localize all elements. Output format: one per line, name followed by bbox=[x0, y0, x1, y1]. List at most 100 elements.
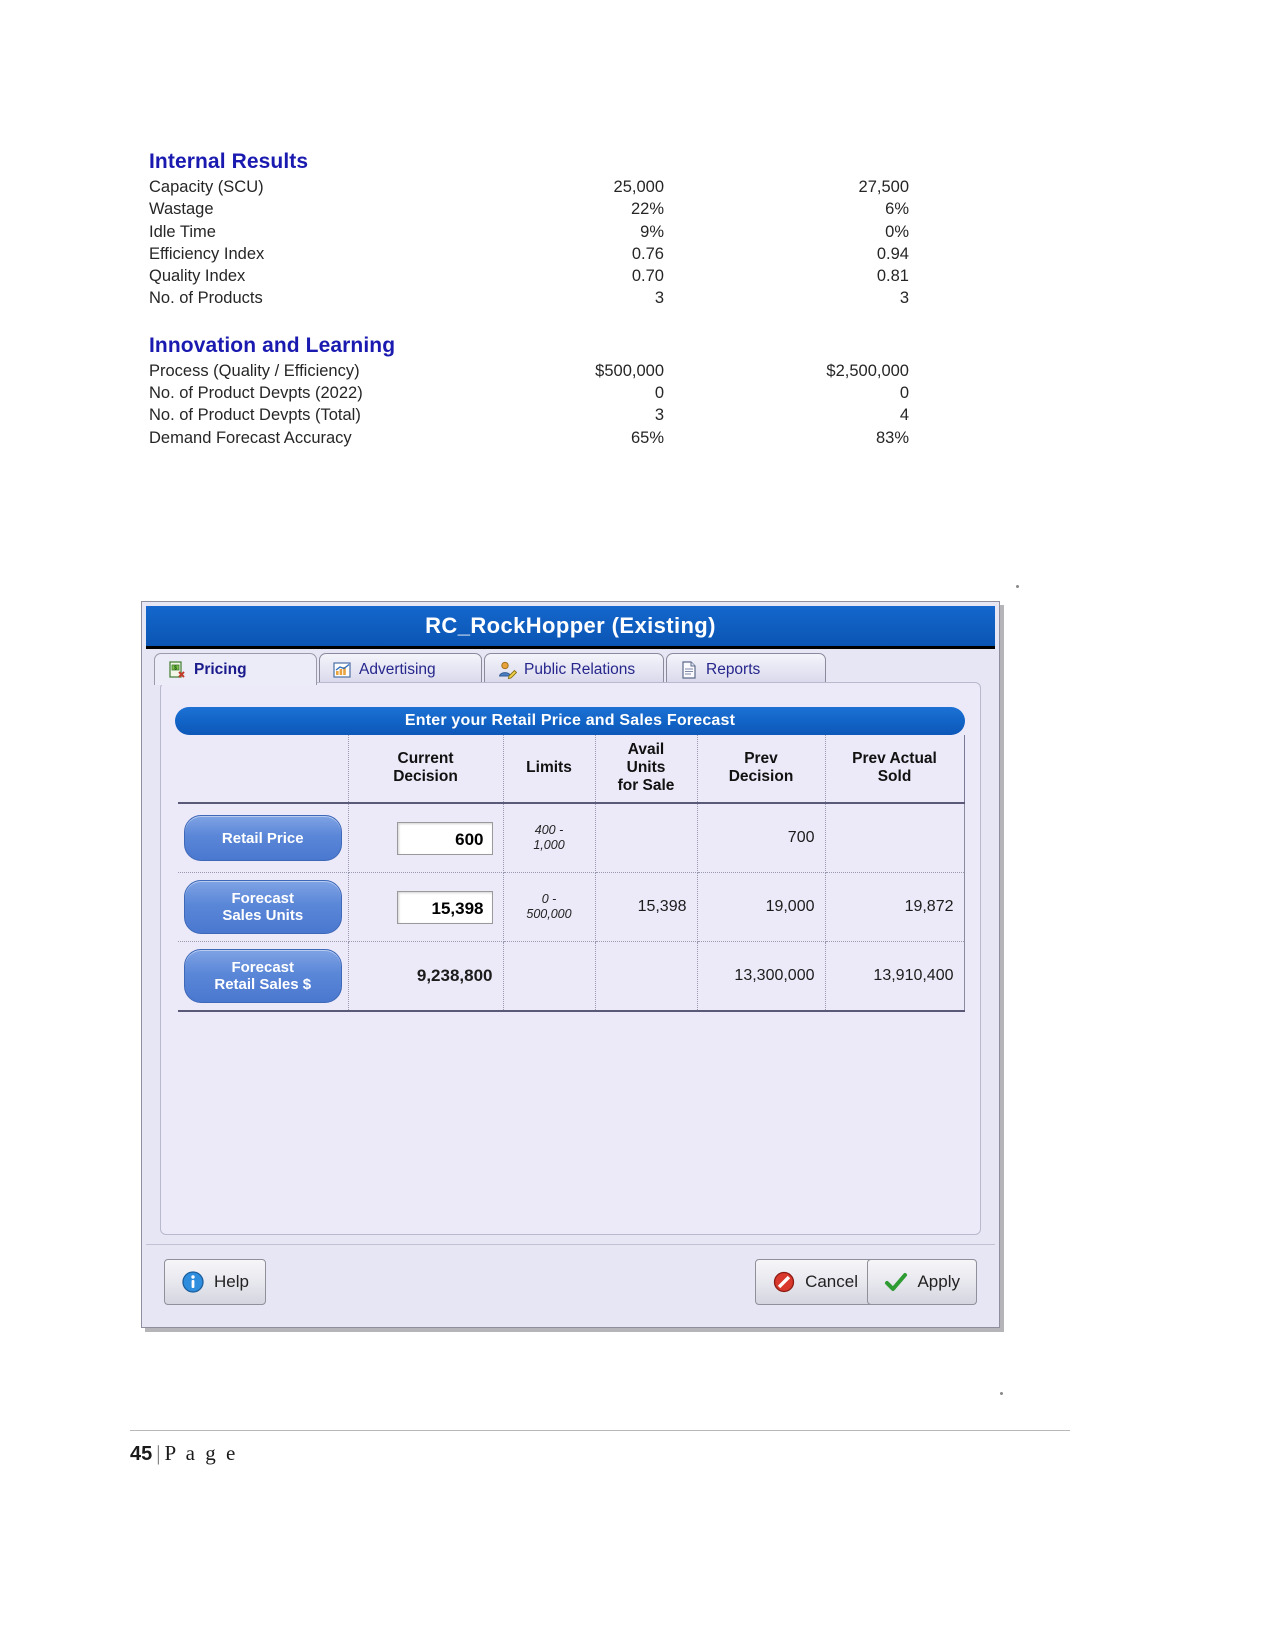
page-artifact-dot bbox=[1016, 585, 1019, 588]
footer-divider bbox=[130, 1430, 1070, 1431]
row-label-text: Forecast bbox=[231, 959, 294, 976]
tab-label: Advertising bbox=[359, 660, 436, 678]
section-title-innovation-and-learning: Innovation and Learning bbox=[149, 333, 396, 357]
column-header-prev-actual-sold: Prev Actual Sold bbox=[825, 735, 965, 804]
svg-text:$: $ bbox=[174, 665, 177, 671]
retail-price-input[interactable]: 600 bbox=[396, 821, 493, 855]
table-row: Forecast Retail Sales $ 9,238,800 13,300… bbox=[178, 941, 965, 1012]
row-label-retail-price: Retail Price bbox=[184, 815, 342, 861]
row-label-cell: Retail Price bbox=[178, 803, 349, 873]
cell-avail-units: 15,398 bbox=[595, 872, 698, 942]
row-label: Quality Index bbox=[149, 267, 246, 286]
dialog-footer: Help Cancel Apply bbox=[146, 1244, 995, 1323]
column-header-avail-units-for-sale: Avail Units for Sale bbox=[595, 735, 698, 804]
report-row: No. of Products 3 3 bbox=[149, 287, 909, 309]
cell-prev-actual-sold bbox=[825, 803, 965, 873]
column-header-current-decision: Current Decision bbox=[348, 735, 504, 804]
report-row: Process (Quality / Efficiency) $500,000 … bbox=[149, 360, 909, 382]
row-label-text: Retail Sales $ bbox=[214, 976, 312, 993]
report-section-innovation-and-learning: Innovation and Learning Process (Quality… bbox=[149, 334, 909, 449]
document-icon bbox=[679, 660, 699, 680]
row-value-col1: 3 bbox=[654, 289, 664, 308]
row-label: Wastage bbox=[149, 200, 214, 219]
cell-limits: 0 - 500,000 bbox=[503, 872, 596, 942]
tab-label: Reports bbox=[706, 660, 761, 678]
report-row: Wastage 22% 6% bbox=[149, 198, 909, 220]
cell-limits: 400 - 1,000 bbox=[503, 803, 596, 873]
row-value-col1: $500,000 bbox=[595, 361, 664, 380]
cell-avail-units bbox=[595, 803, 698, 873]
row-value-col2: 83% bbox=[875, 428, 909, 447]
report-row: Capacity (SCU) 25,000 27,500 bbox=[149, 176, 909, 198]
row-value-col2: 6% bbox=[885, 200, 909, 219]
money-document-icon: $ bbox=[167, 660, 187, 680]
tab-label: Pricing bbox=[194, 660, 247, 678]
table-row: Forecast Sales Units 15,398 0 - 500,000 … bbox=[178, 872, 965, 942]
row-label: No. of Products bbox=[149, 289, 263, 308]
help-button[interactable]: Help bbox=[164, 1259, 266, 1305]
cell-prev-decision: 13,300,000 bbox=[697, 941, 826, 1012]
tab-advertising[interactable]: Advertising bbox=[319, 653, 482, 685]
page-footer: 45 | P a g e bbox=[130, 1430, 1070, 1466]
cell-current-decision: 15,398 bbox=[348, 872, 504, 942]
row-label: Demand Forecast Accuracy bbox=[149, 428, 352, 447]
page-footer-separator: | bbox=[156, 1441, 161, 1465]
bar-chart-icon bbox=[332, 660, 352, 680]
row-label: Idle Time bbox=[149, 222, 216, 241]
page-word: P a g e bbox=[164, 1441, 238, 1465]
person-edit-icon bbox=[497, 660, 518, 680]
forecast-sales-units-input[interactable]: 15,398 bbox=[396, 890, 493, 924]
report-row: Demand Forecast Accuracy 65% 83% bbox=[149, 427, 909, 449]
column-header-limits: Limits bbox=[503, 735, 596, 804]
section-banner: Enter your Retail Price and Sales Foreca… bbox=[175, 707, 965, 735]
row-label-cell: Forecast Retail Sales $ bbox=[178, 941, 349, 1012]
apply-button-label: Apply bbox=[917, 1272, 960, 1291]
row-label-text: Retail Price bbox=[221, 829, 304, 847]
report-row: Quality Index 0.70 0.81 bbox=[149, 265, 909, 287]
check-icon bbox=[884, 1270, 908, 1294]
tab-label: Public Relations bbox=[524, 660, 636, 678]
row-value-col2: 27,500 bbox=[858, 178, 909, 196]
report-row: Efficiency Index 0.76 0.94 bbox=[149, 243, 909, 265]
row-label-forecast-sales-units: Forecast Sales Units bbox=[184, 880, 342, 934]
row-value-col1: 0 bbox=[654, 384, 664, 403]
cancel-button[interactable]: Cancel bbox=[755, 1259, 875, 1305]
table-header-row: Current Decision Limits Avail Units for … bbox=[178, 735, 965, 804]
row-label-cell: Forecast Sales Units bbox=[178, 872, 349, 942]
dialog-titlebar: RC_RockHopper (Existing) bbox=[146, 606, 995, 649]
row-value-col2: 4 bbox=[899, 406, 909, 425]
row-label-forecast-retail-sales: Forecast Retail Sales $ bbox=[184, 949, 342, 1003]
cell-current-decision: 600 bbox=[348, 803, 504, 873]
cell-prev-decision: 19,000 bbox=[697, 872, 826, 942]
cell-prev-decision: 700 bbox=[697, 803, 826, 873]
cell-prev-actual-sold: 13,910,400 bbox=[825, 941, 965, 1012]
row-label: No. of Product Devpts (2022) bbox=[149, 384, 363, 403]
report-row: No. of Product Devpts (2022) 0 0 bbox=[149, 382, 909, 404]
page-number: 45 bbox=[130, 1443, 153, 1465]
row-value-col2: 0% bbox=[885, 222, 909, 241]
apply-button[interactable]: Apply bbox=[867, 1259, 977, 1305]
internal-results-report: Internal Results Capacity (SCU) 25,000 2… bbox=[149, 150, 909, 449]
report-section-internal-results: Internal Results Capacity (SCU) 25,000 2… bbox=[149, 150, 909, 310]
row-value-col1: 0.70 bbox=[631, 267, 664, 286]
cell-prev-actual-sold: 19,872 bbox=[825, 872, 965, 942]
cell-current-decision: 9,238,800 bbox=[348, 941, 504, 1012]
tab-public-relations[interactable]: Public Relations bbox=[484, 653, 664, 685]
cancel-button-label: Cancel bbox=[805, 1272, 858, 1291]
row-value-col2: 3 bbox=[899, 289, 909, 308]
row-label: Capacity (SCU) bbox=[149, 178, 264, 196]
column-header-blank bbox=[178, 735, 349, 804]
row-value-col1: 25,000 bbox=[613, 178, 664, 196]
table-row: Retail Price 600 400 - 1,000 700 bbox=[178, 803, 965, 873]
row-value-col1: 9% bbox=[640, 222, 664, 241]
row-value-col2: 0.81 bbox=[876, 267, 909, 286]
help-button-label: Help bbox=[214, 1272, 249, 1291]
tab-pricing[interactable]: $ Pricing bbox=[154, 653, 317, 685]
tab-reports[interactable]: Reports bbox=[666, 653, 826, 685]
dialog-title: RC_RockHopper (Existing) bbox=[425, 613, 716, 638]
row-value-col1: 0.76 bbox=[631, 244, 664, 263]
cell-avail-units bbox=[595, 941, 698, 1012]
section-title-internal-results: Internal Results bbox=[149, 150, 309, 173]
report-row: Idle Time 9% 0% bbox=[149, 221, 909, 243]
